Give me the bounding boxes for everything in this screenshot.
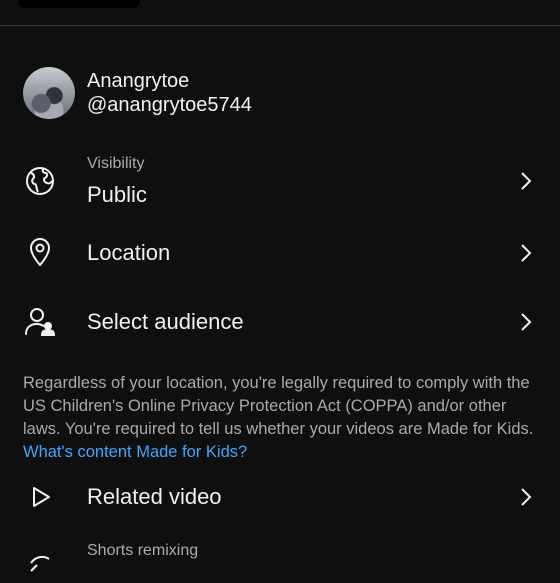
audience-icon	[23, 305, 57, 339]
globe-icon	[23, 164, 57, 198]
related-video-row[interactable]: Related video	[0, 476, 560, 520]
play-outline-icon	[23, 480, 57, 514]
remix-icon	[23, 549, 57, 583]
visibility-row[interactable]: Visibility Public	[0, 150, 560, 212]
made-for-kids-link[interactable]: What's content Made for Kids?	[23, 443, 247, 461]
header-divider	[0, 25, 560, 26]
shorts-remixing-label: Shorts remixing	[87, 542, 199, 559]
channel-name: Anangrytoe	[87, 70, 190, 92]
visibility-label: Visibility	[87, 155, 145, 172]
visibility-value: Public	[87, 182, 147, 207]
chevron-right-icon	[514, 311, 536, 333]
avatar	[23, 67, 75, 119]
chevron-right-icon	[514, 170, 536, 192]
coppa-notice-text: Regardless of your location, you're lega…	[23, 374, 534, 438]
location-label: Location	[87, 240, 171, 265]
related-video-label: Related video	[87, 484, 222, 509]
audience-label: Select audience	[87, 309, 244, 334]
chevron-right-icon	[514, 242, 536, 264]
chevron-right-icon	[514, 486, 536, 508]
location-pin-icon	[23, 235, 57, 269]
shorts-remixing-row[interactable]: Shorts remixing	[0, 541, 560, 581]
top-handle-bar	[18, 0, 140, 8]
location-row[interactable]: Location	[0, 232, 560, 276]
coppa-notice: Regardless of your location, you're lega…	[23, 372, 543, 464]
channel-account: Anangrytoe @anangrytoe5744	[23, 67, 543, 121]
audience-row[interactable]: Select audience	[0, 301, 560, 345]
channel-handle: @anangrytoe5744	[87, 94, 252, 116]
